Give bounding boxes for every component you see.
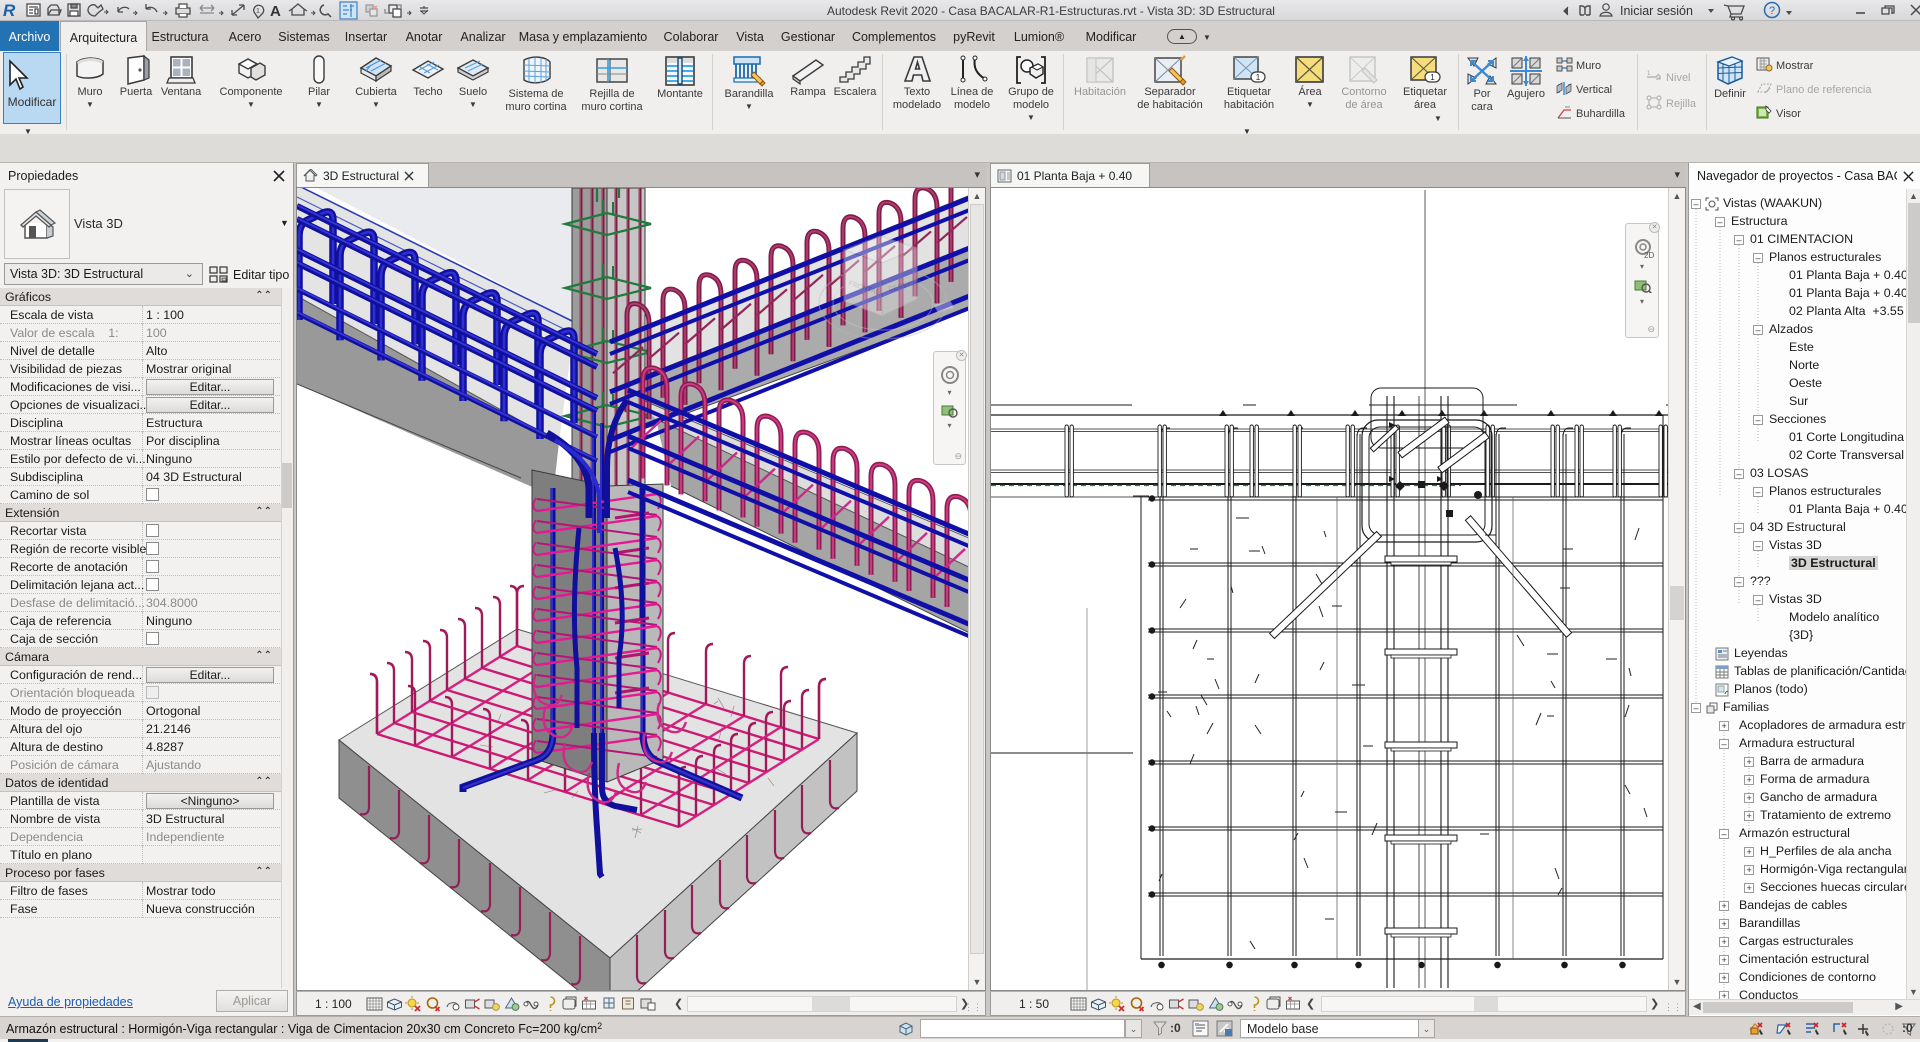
svg-text:1: 1 — [1256, 73, 1261, 82]
svg-text:1: 1 — [256, 8, 260, 15]
svg-text:1: 1 — [1430, 73, 1435, 82]
svg-text:?: ? — [1769, 5, 1775, 17]
svg-text:1: 1 — [1647, 71, 1651, 77]
svg-text:2D: 2D — [1644, 251, 1654, 260]
svg-text:R: R — [3, 1, 16, 20]
svg-text:Iniciar sesión: Iniciar sesión — [1620, 4, 1693, 18]
svg-text:A: A — [270, 3, 281, 20]
